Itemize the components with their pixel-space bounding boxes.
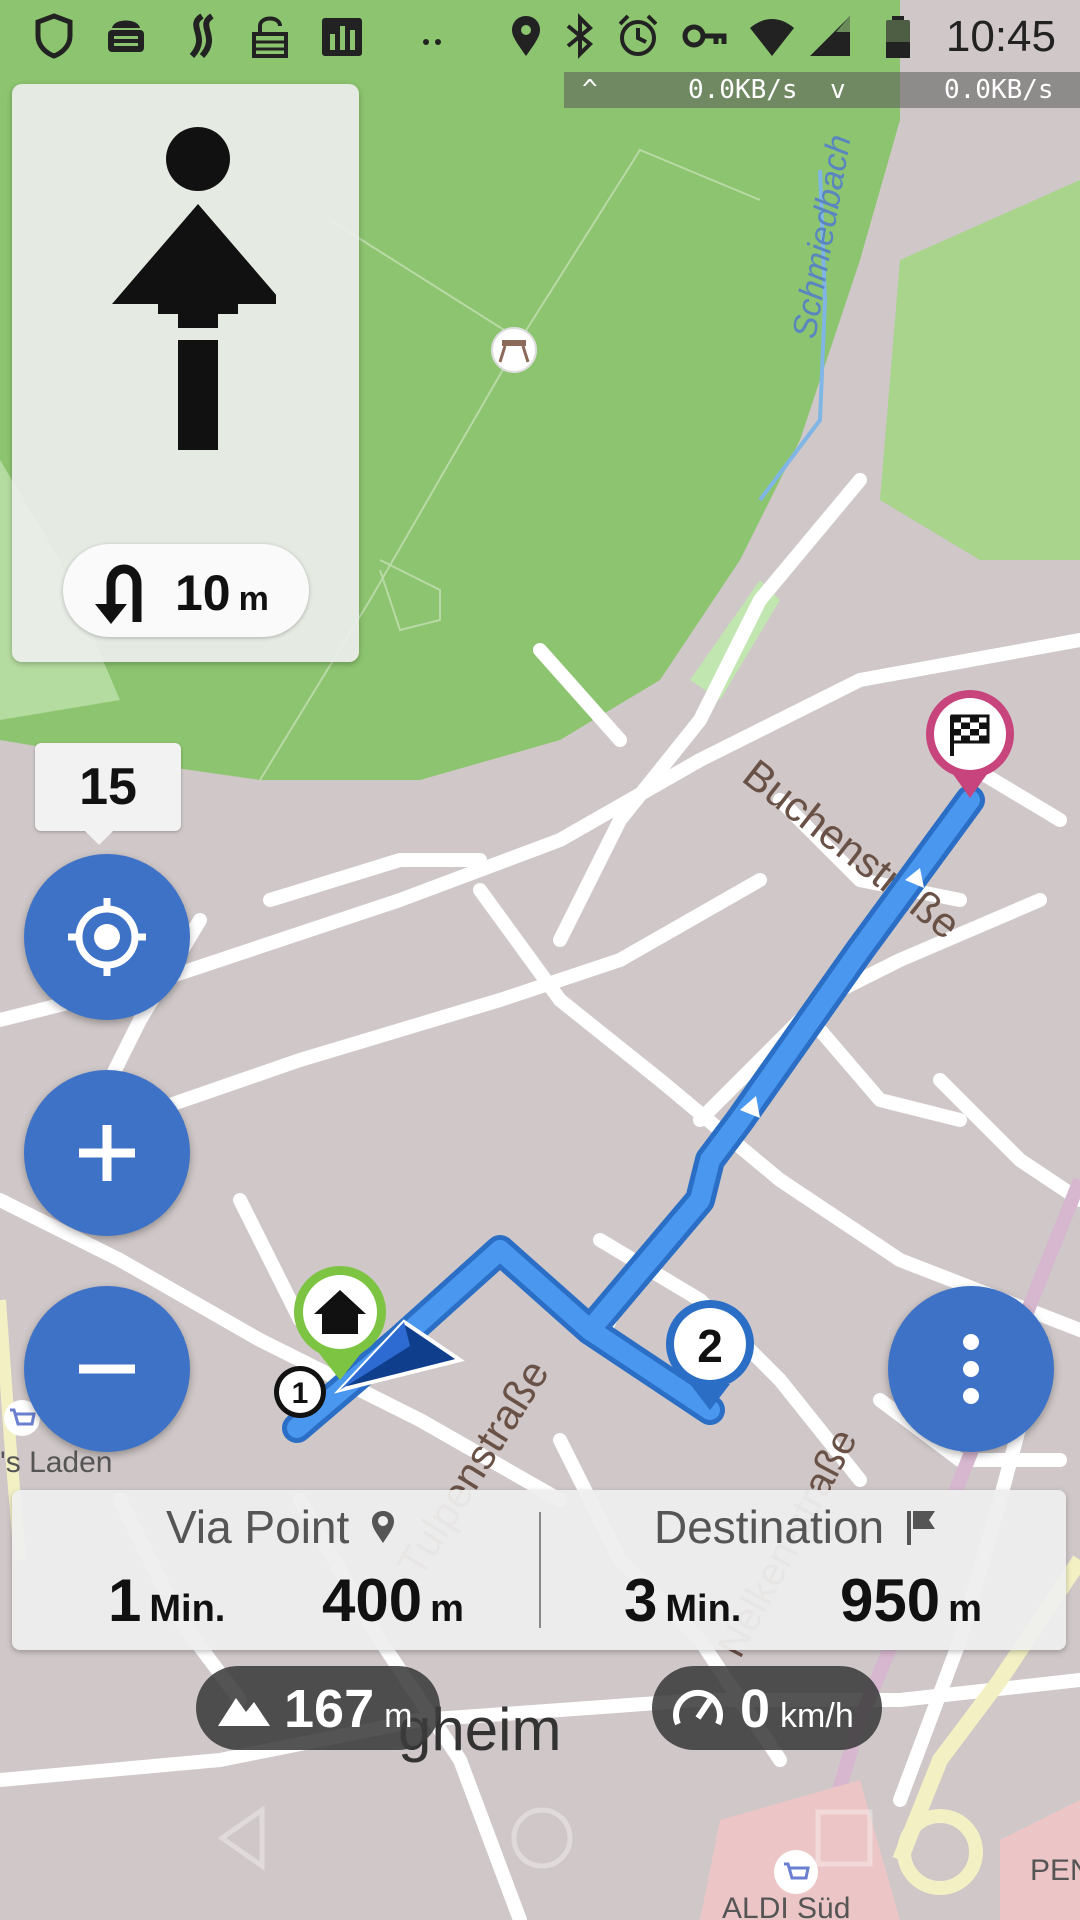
info-divider	[539, 1512, 541, 1628]
altitude-pill[interactable]: 167 m	[196, 1666, 440, 1750]
destination-distance: 950 m	[840, 1566, 982, 1635]
speed-pill[interactable]: 0 km/h	[652, 1666, 882, 1750]
route-info-bar[interactable]: Via Point 1 Min. 400 m Destination 3 Min. 9…	[12, 1490, 1066, 1650]
via-distance: 400 m	[322, 1566, 464, 1635]
destination-time-unit: Min.	[665, 1588, 742, 1630]
bluetooth-icon	[566, 13, 593, 59]
shopping-cart-poi-icon-aldi[interactable]	[774, 1850, 818, 1894]
speed-unit: km/h	[780, 1697, 854, 1735]
via-point-number: 2	[697, 1320, 723, 1372]
via-distance-value: 400	[322, 1567, 423, 1634]
upload-speed: 0.0KB/s	[688, 75, 798, 105]
altitude-unit: m	[384, 1697, 413, 1735]
destination-label-group: Destination	[654, 1500, 939, 1554]
location-pin-icon	[512, 16, 540, 56]
zoom-level-badge: 15	[35, 743, 181, 845]
via-point-label: Via Point	[166, 1501, 350, 1553]
picnic-poi-icon[interactable]	[491, 327, 537, 373]
shield-icon	[35, 13, 73, 59]
wifi-icon	[750, 19, 794, 56]
crosshair-icon	[68, 898, 146, 976]
mountain-icon	[218, 1698, 270, 1726]
key-icon	[682, 24, 727, 48]
altitude-value-group: 167 m	[284, 1678, 412, 1740]
signal-icon	[810, 16, 850, 56]
altitude-value: 167	[284, 1679, 375, 1739]
minus-icon	[79, 1364, 135, 1374]
network-speed: ^ 0.0KB/s v 0.0KB/s	[564, 72, 1080, 108]
clock: 10:45	[945, 12, 1056, 61]
status-bar: 10:45 ^ 0.0KB/s v 0.0KB/s	[0, 0, 1080, 108]
destination-distance-value: 950	[840, 1567, 941, 1634]
via-time: 1 Min.	[108, 1566, 225, 1635]
speed-value: 0	[740, 1679, 771, 1739]
download-speed: 0.0KB/s	[944, 75, 1054, 105]
poi-label-aldi: ALDI Süd	[722, 1892, 850, 1920]
speedometer-icon	[673, 1689, 723, 1726]
u-turn-icon	[95, 564, 142, 624]
turn-instruction-panel[interactable]: 40m 10m	[12, 84, 359, 662]
locate-me-button[interactable]	[24, 854, 190, 1020]
stats-icon	[322, 18, 362, 56]
start-marker[interactable]: 1	[274, 1366, 326, 1418]
destination-time: 3 Min.	[624, 1566, 741, 1635]
via-distance-unit: m	[430, 1588, 464, 1630]
flag-icon	[906, 1511, 935, 1545]
via-point-label-group: Via Point	[166, 1500, 398, 1554]
more-dots-icon	[423, 39, 441, 45]
next-turn-distance: 10 m	[175, 564, 269, 622]
location-pin-icon	[372, 1511, 395, 1543]
menu-button[interactable]	[888, 1286, 1054, 1452]
zoom-in-button[interactable]	[24, 1070, 190, 1236]
start-marker-number: 1	[292, 1377, 309, 1410]
battery-icon	[886, 16, 910, 58]
next-turn-distance-value: 10	[175, 565, 231, 621]
download-arrow-icon: v	[830, 75, 846, 105]
destination-distance-unit: m	[948, 1588, 982, 1630]
via-time-unit: Min.	[149, 1588, 226, 1630]
more-vertical-icon	[963, 1334, 979, 1404]
upload-arrow-icon: ^	[582, 75, 598, 105]
destination-time-value: 3	[624, 1567, 658, 1634]
poi-label-pen: PEN	[1030, 1854, 1080, 1887]
vpn-icon	[252, 16, 288, 58]
straight-arrow-icon	[112, 127, 276, 450]
via-time-value: 1	[108, 1567, 142, 1634]
next-turn-distance-unit: m	[238, 580, 269, 618]
zoom-out-button[interactable]	[24, 1286, 190, 1452]
speed-value-group: 0 km/h	[740, 1678, 854, 1740]
road-icon	[189, 13, 214, 59]
plus-icon	[79, 1125, 135, 1181]
next-turn-pill[interactable]: 10 m	[63, 544, 309, 637]
alarm-icon	[618, 14, 658, 56]
android-icon	[108, 20, 144, 52]
destination-label: Destination	[654, 1501, 885, 1553]
